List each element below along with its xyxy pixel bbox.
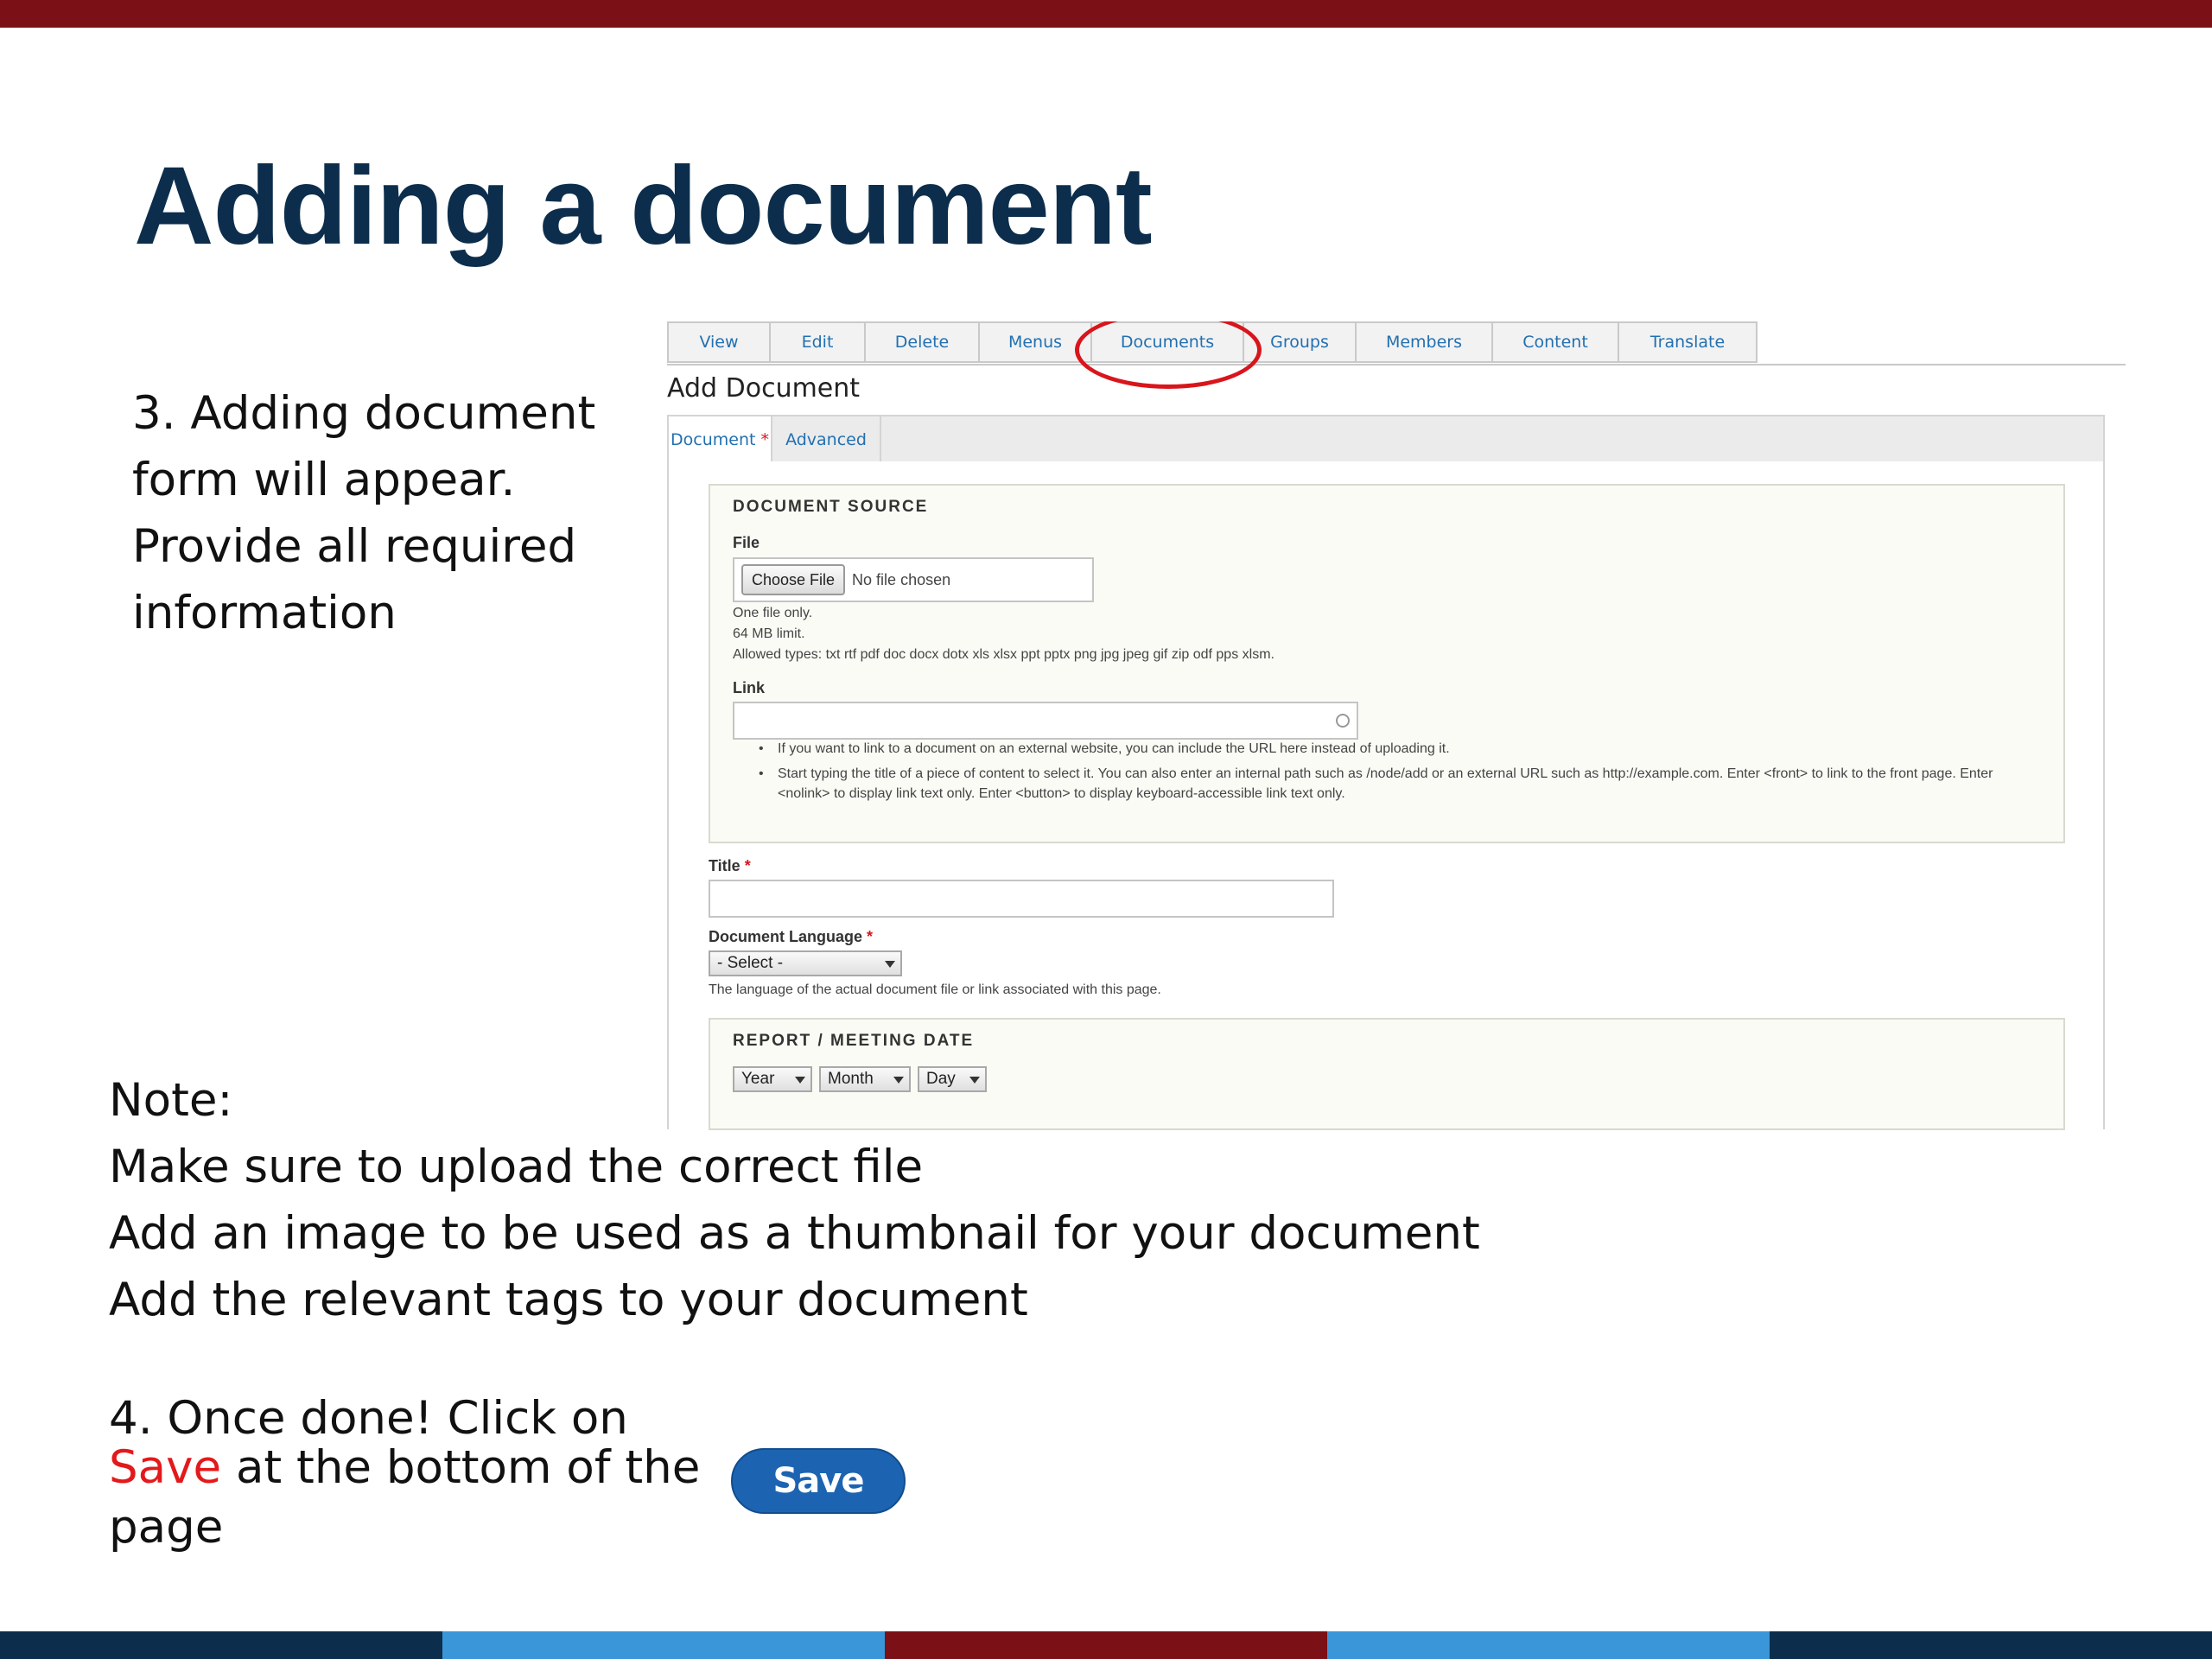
report-meeting-date-legend: REPORT / MEETING DATE: [733, 1032, 975, 1050]
document-source-legend: DOCUMENT SOURCE: [733, 498, 929, 516]
bottom-bar-segment: [1327, 1631, 1770, 1659]
note-section: Note: Make sure to upload the correct fi…: [109, 1067, 1480, 1333]
document-language-select[interactable]: - Select -: [709, 950, 902, 976]
tabs-divider: [667, 364, 2126, 365]
file-help-size-limit: 64 MB limit.: [733, 626, 805, 641]
file-upload-field: Choose File No file chosen: [733, 557, 1094, 602]
chevron-down-icon: [885, 961, 895, 968]
tab-menus[interactable]: Menus: [980, 321, 1092, 363]
bottom-bar-segment: [442, 1631, 885, 1659]
save-button[interactable]: Save: [731, 1448, 906, 1514]
list-item: If you want to link to a document on an …: [759, 739, 2020, 759]
required-marker: *: [862, 928, 874, 945]
step3-line: 3. Adding document: [132, 387, 596, 440]
tab-view[interactable]: View: [667, 321, 771, 363]
file-help-one-file: One file only.: [733, 606, 813, 620]
title-input[interactable]: [709, 880, 1334, 918]
document-language-help: The language of the actual document file…: [709, 982, 1161, 997]
tab-translate[interactable]: Translate: [1619, 321, 1758, 363]
list-item: Start typing the title of a piece of con…: [759, 764, 2020, 804]
required-marker: *: [755, 430, 769, 449]
bottom-bar-segment: [1770, 1631, 2212, 1659]
file-label: File: [733, 534, 760, 551]
tab-content[interactable]: Content: [1493, 321, 1619, 363]
note-line: Make sure to upload the correct file: [109, 1141, 924, 1193]
top-accent-bar: [0, 0, 2212, 28]
no-file-chosen-text: No file chosen: [852, 570, 951, 588]
form-title: Add Document: [667, 373, 861, 404]
step4-line: page: [109, 1501, 224, 1554]
title-label-text: Title: [709, 857, 741, 874]
step4-instructions: 4. Once done! Click on Save at the botto…: [109, 1385, 700, 1585]
step4-line: Save at the bottom of the: [109, 1434, 700, 1501]
file-help-allowed-types: Allowed types: txt rtf pdf doc docx dotx…: [733, 647, 1274, 662]
note-line: Add an image to be used as a thumbnail f…: [109, 1207, 1480, 1260]
step4-line-rest: at the bottom of the: [221, 1441, 701, 1494]
slide-title: Adding a document: [134, 144, 1153, 268]
document-language-label-text: Document Language: [709, 928, 863, 945]
choose-file-button[interactable]: Choose File: [741, 564, 846, 595]
bottom-bar-segment: [0, 1631, 442, 1659]
autocomplete-spinner-icon: [1336, 714, 1350, 728]
link-help-list: If you want to link to a document on an …: [759, 739, 2020, 809]
tab-delete[interactable]: Delete: [866, 321, 980, 363]
bottom-accent-bar: [0, 1631, 2212, 1659]
document-language-selected: - Select -: [717, 954, 784, 972]
required-marker: *: [740, 857, 751, 874]
note-line: Add the relevant tags to your document: [109, 1274, 1028, 1326]
link-label: Link: [733, 679, 766, 696]
step3-instructions: 3. Adding document form will appear. Pro…: [132, 380, 595, 646]
sub-tab-document[interactable]: Document *: [669, 416, 772, 463]
link-input[interactable]: [733, 702, 1358, 740]
note-heading: Note:: [109, 1074, 233, 1127]
bottom-bar-segment: [885, 1631, 1327, 1659]
document-language-label: Document Language *: [709, 928, 873, 946]
tab-edit[interactable]: Edit: [771, 321, 866, 363]
form-sub-tabs: [667, 415, 2105, 463]
step3-line: Provide all required: [132, 520, 577, 573]
tab-members[interactable]: Members: [1357, 321, 1493, 363]
sub-tab-document-label: Document: [671, 430, 756, 449]
sub-tab-advanced[interactable]: Advanced: [772, 416, 881, 463]
step3-line: information: [132, 587, 397, 639]
title-label: Title *: [709, 857, 751, 875]
tab-groups[interactable]: Groups: [1244, 321, 1357, 363]
documents-tab-highlight-circle: [1075, 321, 1262, 389]
step3-line: form will appear.: [132, 454, 516, 506]
save-keyword: Save: [109, 1441, 222, 1494]
